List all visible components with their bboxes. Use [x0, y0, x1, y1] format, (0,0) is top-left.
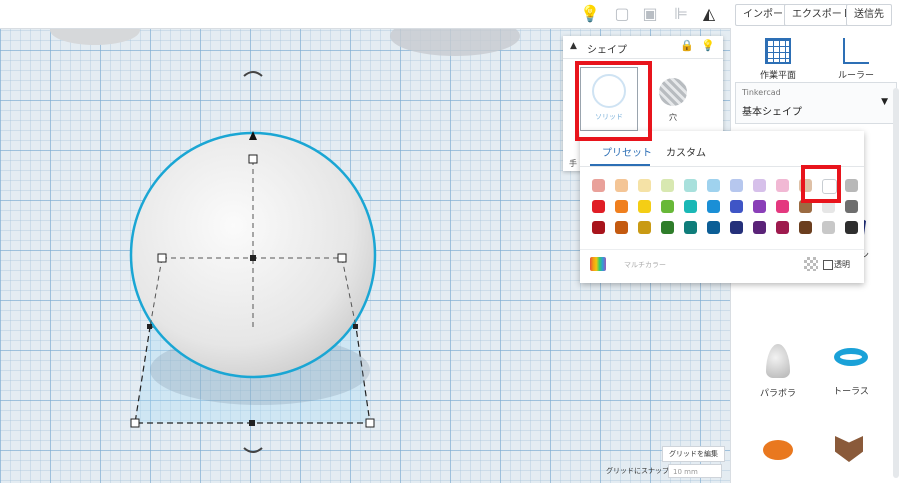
color-swatch[interactable] — [753, 221, 766, 234]
color-swatch[interactable] — [753, 200, 766, 213]
shape-paraboloid[interactable]: パラボラ — [743, 344, 813, 399]
note-icon[interactable]: ▢ — [612, 4, 632, 24]
color-swatch[interactable] — [592, 200, 605, 213]
shape-label: トーラス — [833, 387, 869, 397]
color-swatch[interactable] — [822, 221, 835, 234]
corner-handle-br[interactable] — [365, 418, 375, 428]
rotate-bottom-icon[interactable] — [243, 447, 263, 453]
align-icon[interactable]: ⊫ — [671, 4, 691, 24]
corner-handle-bl[interactable] — [130, 418, 140, 428]
transparent-checkbox[interactable] — [823, 260, 833, 270]
panel-scrollbar[interactable] — [893, 88, 899, 478]
shape-torus[interactable]: トーラス — [816, 348, 886, 397]
color-swatch[interactable] — [684, 200, 697, 213]
color-swatch[interactable] — [730, 221, 743, 234]
library-name: 基本シェイプ — [742, 107, 802, 118]
caret-down-icon: ▼ — [881, 97, 888, 107]
mirror-icon[interactable]: ◭ — [699, 4, 719, 24]
color-swatch[interactable] — [707, 179, 720, 192]
transparent-label: 透明 — [834, 260, 850, 269]
tab-custom[interactable]: カスタム — [666, 144, 706, 159]
ruler-label: ルーラー — [837, 71, 874, 81]
color-swatch[interactable] — [776, 179, 789, 192]
send-to-button[interactable]: 送信先 — [846, 4, 892, 26]
hole-button[interactable] — [659, 78, 687, 106]
edit-grid-button[interactable]: グリッドを編集 — [662, 446, 725, 462]
color-swatch[interactable] — [707, 221, 720, 234]
shape-label: パラボラ — [759, 389, 796, 399]
highlight-box-white-swatch — [801, 165, 841, 203]
note-outline-icon[interactable]: ▣ — [640, 4, 660, 24]
color-swatch[interactable] — [845, 221, 858, 234]
inspector-header: ▲ シェイプ 🔒 💡 — [563, 36, 723, 59]
color-swatch[interactable] — [776, 221, 789, 234]
color-swatch[interactable] — [730, 179, 743, 192]
torus-icon — [834, 348, 868, 366]
corner-handle-tl[interactable] — [147, 324, 152, 329]
transparent-icon — [804, 257, 818, 271]
resize-handle-left[interactable] — [157, 253, 167, 263]
top-toolbar: 💡 ▢ ▣ ⊫ ◭ インポート エクスポート 送信先 — [0, 0, 900, 29]
inspector-cut-text: 手 — [569, 159, 577, 168]
bulb-icon[interactable]: 💡 — [580, 4, 600, 24]
color-swatch[interactable] — [845, 200, 858, 213]
color-swatch[interactable] — [707, 200, 720, 213]
tab-preset[interactable]: プリセット — [602, 144, 652, 159]
color-swatch[interactable] — [845, 179, 858, 192]
height-handle[interactable] — [248, 154, 258, 164]
lock-icon[interactable]: 🔒 — [680, 39, 694, 52]
multicolor-label: マルチカラー — [624, 261, 666, 269]
heart-icon[interactable] — [835, 436, 863, 462]
color-swatch[interactable] — [661, 221, 674, 234]
paraboloid-icon — [766, 344, 790, 378]
color-swatch[interactable] — [592, 179, 605, 192]
ruler-icon — [843, 38, 869, 64]
workplane-icon — [765, 38, 791, 64]
color-swatch[interactable] — [638, 221, 651, 234]
color-swatch[interactable] — [776, 200, 789, 213]
color-swatch[interactable] — [615, 200, 628, 213]
visibility-icon[interactable]: 💡 — [701, 39, 715, 52]
snap-grid-select[interactable]: 10 mm — [668, 464, 722, 478]
color-swatch[interactable] — [799, 221, 812, 234]
color-swatch[interactable] — [684, 179, 697, 192]
color-picker-popup: プリセット カスタム マルチカラー 透明 — [580, 131, 864, 283]
shape-library-select[interactable]: Tinkercad 基本シェイプ ▼ — [735, 82, 897, 124]
hole-label: 穴 — [669, 113, 677, 122]
ruler-tool[interactable]: ルーラー — [826, 38, 886, 81]
center-handle[interactable] — [250, 255, 256, 261]
snap-grid-label: グリッドにスナップ — [606, 467, 669, 475]
color-swatch[interactable] — [638, 200, 651, 213]
tube-icon[interactable] — [763, 440, 793, 460]
highlight-box-solid — [575, 61, 652, 141]
color-swatch[interactable] — [615, 221, 628, 234]
workplane-tool[interactable]: 作業平面 — [748, 38, 808, 81]
color-swatch[interactable] — [684, 221, 697, 234]
popup-bottom-divider — [580, 249, 864, 250]
workplane-label: 作業平面 — [759, 71, 796, 81]
collapse-icon[interactable]: ▲ — [570, 41, 577, 51]
color-swatch[interactable] — [661, 179, 674, 192]
corner-handle-tr[interactable] — [353, 324, 358, 329]
color-swatch[interactable] — [730, 200, 743, 213]
color-swatch[interactable] — [592, 221, 605, 234]
resize-handle-right[interactable] — [337, 253, 347, 263]
edge-handle-bottom[interactable] — [249, 420, 255, 426]
inspector-title: シェイプ — [587, 45, 627, 56]
multicolor-icon[interactable] — [590, 257, 606, 271]
rotate-top-icon[interactable] — [243, 71, 263, 77]
color-swatch[interactable] — [615, 179, 628, 192]
color-swatch[interactable] — [638, 179, 651, 192]
color-swatch[interactable] — [753, 179, 766, 192]
color-swatch[interactable] — [661, 200, 674, 213]
library-source: Tinkercad — [742, 88, 781, 97]
